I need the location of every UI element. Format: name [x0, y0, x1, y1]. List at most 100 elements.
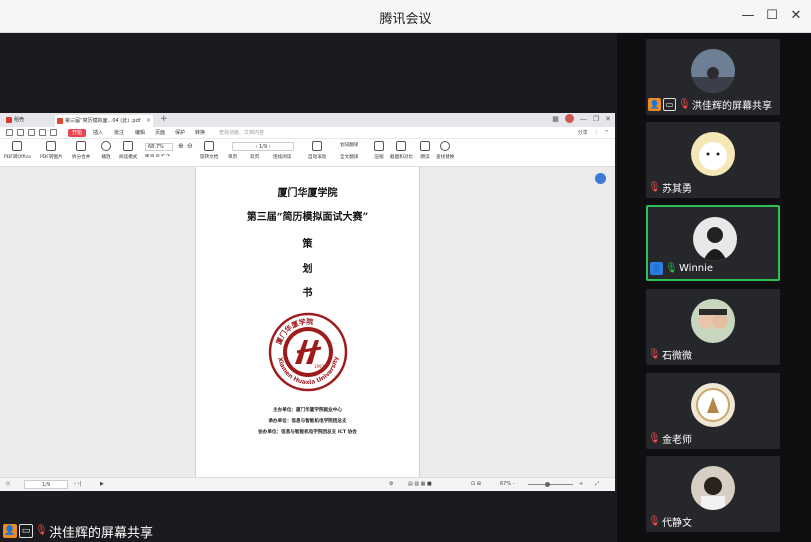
zoom-level-input[interactable]: 68.7%	[145, 143, 173, 151]
doc-school-name: 厦门华厦学院	[277, 188, 338, 199]
doc-organizer-host: 主办单位：厦门华厦学院就业中心	[273, 408, 342, 413]
undo-icon[interactable]	[39, 129, 46, 136]
redo-icon[interactable]	[50, 129, 57, 136]
menu-page[interactable]: 页面	[155, 127, 165, 139]
participant-label: 🎙 石微微	[648, 347, 692, 363]
zoom-slider-handle[interactable]	[545, 482, 550, 487]
auto-scroll-button[interactable]: 自动滚动	[308, 141, 326, 160]
window-restore-icon[interactable]: ❐	[593, 115, 599, 123]
folder-icon[interactable]	[6, 129, 13, 136]
prev-page-icon[interactable]: ‹	[255, 144, 257, 150]
menu-convert[interactable]: 转换	[195, 127, 205, 139]
reading-mode-button[interactable]: 阅读模式	[119, 141, 137, 160]
main-stage: 稻壳 第三届“简历模拟面...04 (此) .pdf × + ▦ — ❐ ✕ 开…	[0, 33, 617, 542]
tabbar-right-controls: ▦ — ❐ ✕	[552, 114, 611, 123]
find-replace-button[interactable]: 查找替换	[436, 141, 454, 160]
zoom-slider[interactable]	[528, 484, 573, 485]
status-page-input[interactable]: 1/9	[24, 480, 68, 489]
double-page-button[interactable]: 双页	[250, 154, 259, 160]
doc-title-char-3: 书	[302, 288, 313, 299]
view-status-icons[interactable]: ▤ ▥ ▦ ■	[408, 481, 432, 487]
print-icon[interactable]	[28, 129, 35, 136]
status-zoom-plus[interactable]: +	[579, 481, 583, 487]
tab-document-label: 第三届“简历模拟面...04 (此) .pdf	[65, 118, 141, 124]
participant-label: 🎙 金老师	[648, 431, 692, 447]
collapse-ribbon-button[interactable]: ^	[605, 127, 609, 139]
menu-protect[interactable]: 保护	[175, 127, 185, 139]
window-minimize-icon[interactable]: —	[580, 115, 587, 123]
pdf-to-image-icon	[46, 141, 57, 151]
document-area[interactable]: 厦门华厦学院 第三届“简历模拟面试大赛” 策 划 书 厦门华厦学院 Xiamen…	[0, 167, 615, 479]
full-translate-button[interactable]: 全文翻译	[340, 154, 358, 160]
participant-tile-active-speaker[interactable]: 👤 🎙 Winnie	[646, 205, 780, 281]
rotate-document-button[interactable]: 旋转文档	[200, 141, 218, 160]
host-badge-icon: 👤	[3, 524, 17, 538]
docer-logo-icon	[6, 117, 12, 123]
menu-edit[interactable]: 编辑	[135, 127, 145, 139]
tab-close-icon[interactable]: ×	[146, 115, 151, 127]
participant-tile[interactable]: 🎙 金老师	[646, 373, 780, 449]
zoom-out-icon[interactable]: ⊖	[187, 142, 193, 150]
pdf-to-image-button[interactable]: PDF转图片	[40, 141, 63, 160]
save-icon[interactable]	[17, 129, 24, 136]
fit-status-icons[interactable]: ⊡ ⊞	[471, 481, 481, 487]
tab-home[interactable]: 稻壳	[3, 115, 27, 125]
avatar	[691, 383, 735, 427]
screen-share-label: 👤 ▭ 🎙 洪佳辉的屏幕共享	[3, 522, 153, 541]
single-page-button[interactable]: 单页	[228, 154, 237, 160]
fullscreen-icon[interactable]: ⤢	[595, 481, 599, 487]
menu-insert[interactable]: 插入	[93, 127, 103, 139]
grid-icon[interactable]: ▦	[552, 115, 559, 123]
university-seal-icon: 厦门华厦学院 Xiamen Huaxia University 1993	[268, 312, 348, 392]
participant-name: 苏其勇	[662, 184, 692, 195]
participant-tile[interactable]: 🎙 代静文	[646, 456, 780, 532]
participant-label: 🎙 苏其勇	[648, 180, 692, 196]
zoom-in-icon[interactable]: ⊕	[178, 142, 184, 150]
more-menu-button[interactable]: ⋮	[594, 127, 599, 139]
doc-organizer-undertaker: 承办单位：信息与智能机电学院团总支	[268, 419, 347, 424]
host-badge-icon: 👤	[648, 98, 661, 111]
floating-assistant-icon[interactable]	[595, 173, 606, 184]
mic-muted-icon: 🎙	[648, 181, 661, 193]
continuous-reading-button[interactable]: 连续阅读	[273, 154, 291, 160]
share-button[interactable]: 分享	[578, 127, 588, 139]
user-avatar[interactable]	[564, 114, 574, 123]
split-merge-button[interactable]: 拆分合并	[72, 141, 90, 160]
status-zoom[interactable]: 67% -	[500, 481, 515, 487]
compress-button[interactable]: 压缩	[374, 141, 384, 160]
mic-muted-icon: 🎙	[648, 515, 661, 527]
maximize-button[interactable]: ☐	[761, 6, 783, 26]
screen-share-content: 稻壳 第三届“简历模拟面...04 (此) .pdf × + ▦ — ❐ ✕ 开…	[0, 113, 615, 491]
function-search-input[interactable]: 查找功能、文档内容	[219, 129, 329, 137]
rotate-icon	[204, 141, 215, 151]
minimize-button[interactable]: —	[737, 6, 759, 26]
participant-tile[interactable]: 🎙 石微微	[646, 289, 780, 365]
window-close-icon[interactable]: ✕	[605, 115, 611, 123]
page-indicator-text: 1/9	[258, 144, 268, 150]
read-aloud-button[interactable]: 朗读	[420, 141, 430, 160]
participant-tile[interactable]: 👤 ▭ 🎙 洪佳辉的屏幕共享	[646, 39, 780, 115]
new-tab-button[interactable]: +	[160, 114, 168, 124]
participant-name: 石微微	[662, 351, 692, 362]
pdf-to-office-button[interactable]: PDF转Office	[4, 141, 31, 160]
settings-status-icon[interactable]: ⚙	[389, 481, 393, 487]
pdf-file-icon	[57, 118, 63, 124]
tab-document[interactable]: 第三届“简历模拟面...04 (此) .pdf ×	[55, 115, 153, 127]
mic-muted-icon: 🎙	[35, 525, 48, 536]
screenshot-compare-button[interactable]: 截图和对比	[390, 141, 413, 160]
close-button[interactable]: ✕	[785, 6, 807, 26]
next-page-icon[interactable]: ›	[269, 144, 271, 150]
play-button[interactable]: 播放	[101, 141, 111, 160]
play-status-icon[interactable]: ▶	[100, 481, 104, 487]
thumbnail-icon[interactable]: ⊞ ⊟ ⊡ ↶ ↷	[145, 154, 170, 159]
doc-title-char-2: 划	[302, 264, 313, 275]
menu-start[interactable]: 开始	[68, 129, 87, 137]
first-page-icon[interactable]: ⟨⟨	[6, 481, 10, 487]
mic-muted-icon: 🎙	[648, 348, 661, 360]
next-page-status-icon[interactable]: › ›|	[74, 481, 81, 487]
page-indicator[interactable]: ‹ 1/9 ›	[232, 142, 294, 151]
menu-annotate[interactable]: 批注	[114, 127, 124, 139]
word-translate-button[interactable]: 划词翻译	[340, 142, 358, 148]
participant-tile[interactable]: 🎙 苏其勇	[646, 122, 780, 198]
pdf-tab-bar: 稻壳 第三届“简历模拟面...04 (此) .pdf × + ▦ — ❐ ✕	[0, 113, 615, 127]
